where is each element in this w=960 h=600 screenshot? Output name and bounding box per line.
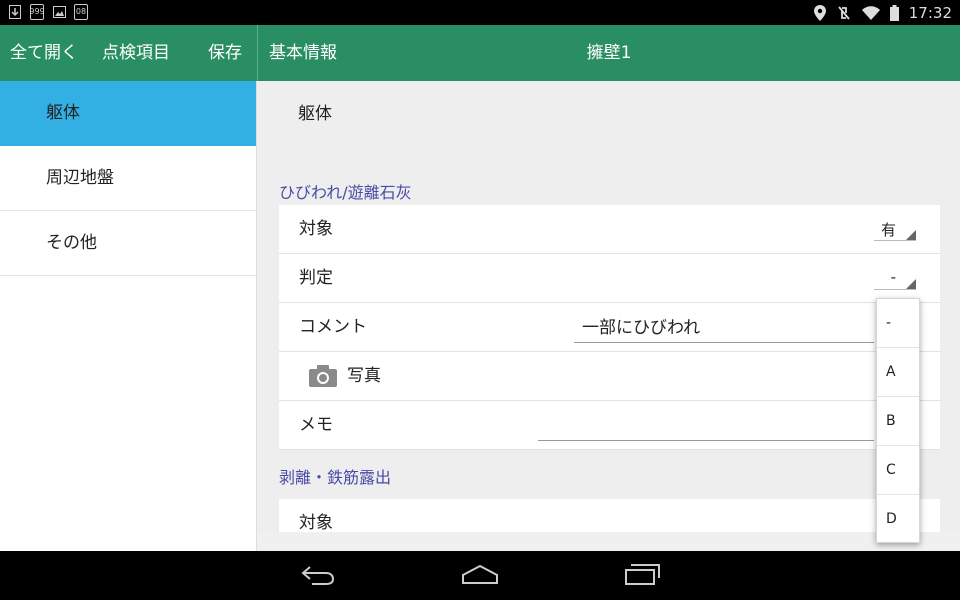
status-time: 17:32 bbox=[908, 3, 952, 22]
row-label: コメント bbox=[299, 317, 367, 337]
row-comment: コメント 一部にひびわれ bbox=[279, 303, 940, 352]
row-label: メモ bbox=[299, 415, 333, 435]
save-button[interactable]: 保存 bbox=[208, 25, 242, 81]
status-bar-notifications: 999 08 bbox=[8, 4, 88, 20]
image-icon bbox=[52, 4, 66, 20]
row-label: 対象 bbox=[299, 513, 333, 532]
memo-field[interactable] bbox=[538, 411, 874, 441]
inspection-items-button[interactable]: 点検項目 bbox=[102, 25, 170, 81]
group-card-peeling: 対象 bbox=[279, 499, 940, 532]
location-icon bbox=[813, 4, 826, 21]
camera-icon[interactable] bbox=[309, 365, 337, 392]
detail-panel: 躯体 ひびわれ/遊離石灰 対象 有 判定 - コメント 一部にひびわれ 写真 メ… bbox=[258, 81, 960, 532]
judgement-spinner-value: - bbox=[890, 268, 896, 286]
page-title: 擁壁1 bbox=[586, 43, 632, 63]
dropdown-option[interactable]: D bbox=[877, 495, 919, 544]
judgement-dropdown: - A B C D bbox=[876, 298, 920, 543]
notification-999-icon: 999 bbox=[29, 4, 45, 20]
sidebar-item-kutai[interactable]: 躯体 bbox=[0, 81, 256, 146]
group-card-crack: 対象 有 判定 - コメント 一部にひびわれ 写真 メモ bbox=[279, 205, 940, 450]
dropdown-option[interactable]: A bbox=[877, 348, 919, 397]
status-bar-system: 17:32 bbox=[813, 0, 952, 25]
row-target: 対象 有 bbox=[279, 205, 940, 254]
status-bar: 999 08 17:32 bbox=[0, 0, 960, 25]
row-label: 対象 bbox=[299, 219, 333, 239]
sidebar-item-other[interactable]: その他 bbox=[0, 211, 256, 276]
detail-header: 躯体 bbox=[298, 104, 332, 124]
spinner-underline bbox=[874, 289, 916, 290]
judgement-spinner[interactable]: - bbox=[874, 266, 916, 290]
navigation-bar bbox=[0, 551, 960, 600]
comment-field[interactable]: 一部にひびわれ bbox=[574, 313, 874, 343]
spinner-underline bbox=[874, 240, 916, 241]
recent-apps-icon[interactable] bbox=[625, 563, 661, 589]
dropdown-option[interactable]: C bbox=[877, 446, 919, 495]
row-judgement: 判定 - bbox=[279, 254, 940, 303]
sidebar-item-surrounding-ground[interactable]: 周辺地盤 bbox=[0, 146, 256, 211]
dropdown-option[interactable]: - bbox=[877, 299, 919, 348]
back-icon[interactable] bbox=[300, 563, 336, 591]
target-spinner[interactable]: 有 bbox=[874, 217, 916, 241]
row-photo: 写真 bbox=[279, 352, 940, 401]
section-title: 基本情報 bbox=[269, 43, 337, 63]
download-icon bbox=[8, 4, 22, 20]
photo-label[interactable]: 写真 bbox=[347, 352, 381, 401]
battery-icon bbox=[889, 4, 899, 21]
home-icon[interactable] bbox=[461, 563, 499, 589]
expand-all-button[interactable]: 全て開く bbox=[10, 25, 78, 81]
target-spinner-value: 有 bbox=[880, 221, 896, 239]
sidebar: 躯体 周辺地盤 その他 bbox=[0, 81, 257, 551]
vibrate-off-icon bbox=[836, 5, 852, 21]
app-bar: 全て開く 点検項目 保存 擁壁1 基本情報 bbox=[0, 25, 960, 81]
dropdown-option[interactable]: B bbox=[877, 397, 919, 446]
app-icon: 08 bbox=[74, 4, 88, 20]
wifi-icon bbox=[861, 5, 880, 20]
group-title-peeling: 剥離・鉄筋露出 bbox=[279, 468, 392, 487]
row-memo: メモ bbox=[279, 401, 940, 450]
row-target: 対象 bbox=[279, 499, 940, 532]
row-label: 判定 bbox=[299, 268, 333, 288]
group-title-crack: ひびわれ/遊離石灰 bbox=[279, 183, 412, 202]
